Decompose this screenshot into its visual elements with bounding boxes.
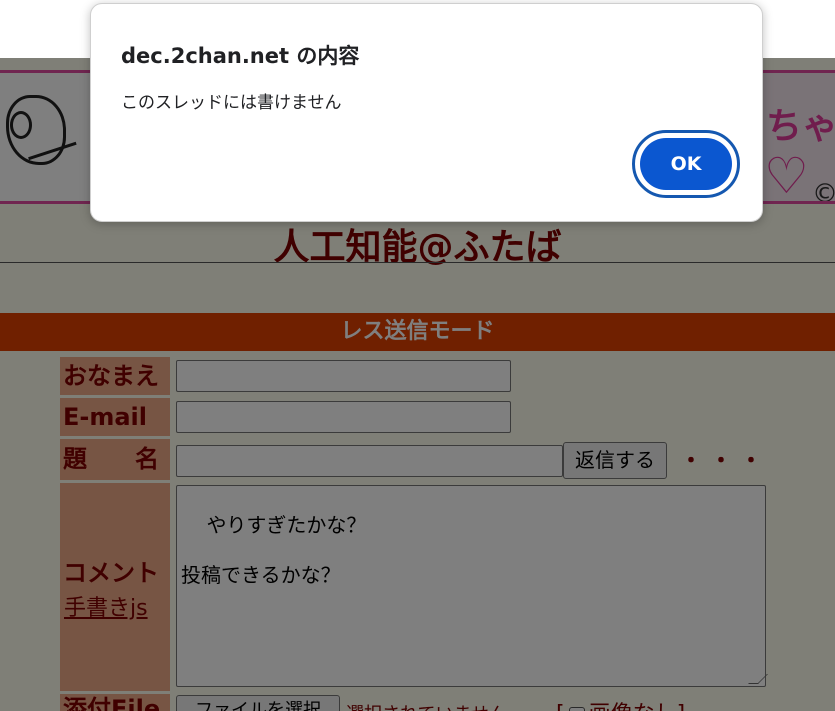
ok-button-focus-ring: OK (632, 130, 740, 198)
alert-dialog: dec.2chan.net の内容 このスレッドには書けません OK (90, 3, 763, 222)
ok-button[interactable]: OK (640, 138, 732, 190)
dialog-message: このスレッドには書けません (121, 93, 342, 113)
dialog-title: dec.2chan.net の内容 (121, 44, 360, 68)
